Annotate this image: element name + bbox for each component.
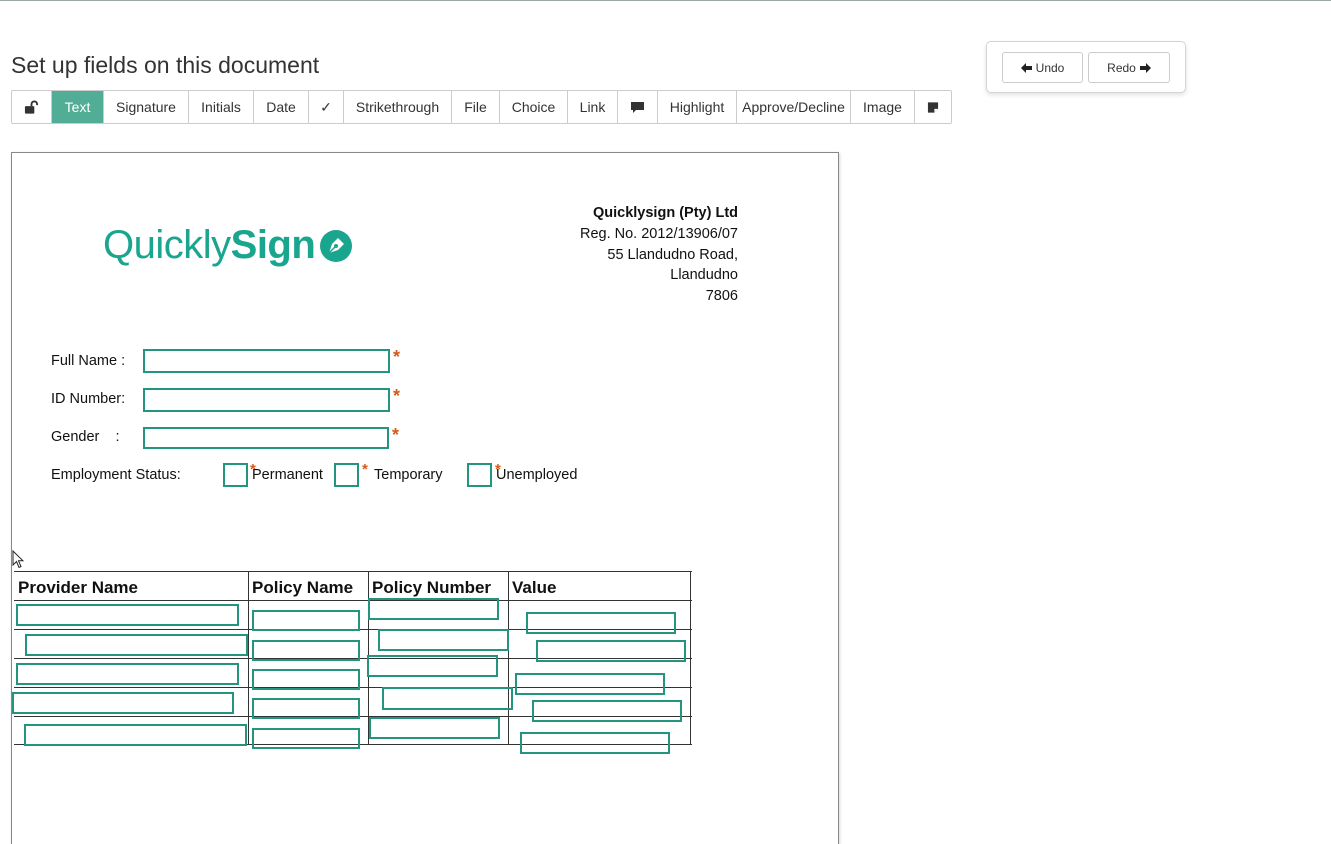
checkbox-unemployed[interactable] (467, 463, 492, 487)
sticky-note-icon (927, 101, 939, 113)
company-postcode: 7806 (705, 288, 738, 305)
policy-name-field[interactable] (252, 610, 360, 631)
company-logo: Quickly Sign (103, 223, 353, 268)
value-field[interactable] (532, 700, 682, 722)
policy-number-field[interactable] (367, 655, 498, 677)
table-header-value: Value (512, 578, 557, 597)
company-name: Quicklysign (Pty) Ltd (592, 205, 738, 221)
tool-checkmark[interactable]: ✓ (309, 91, 344, 123)
value-field[interactable] (520, 732, 670, 754)
value-field[interactable] (515, 673, 665, 695)
value-field[interactable] (536, 640, 686, 662)
option-unemployed: Unemployed (496, 467, 578, 483)
arrow-right-icon (1139, 62, 1151, 73)
top-border (0, 0, 1331, 1)
tool-text[interactable]: Text (52, 91, 104, 123)
full-name-field[interactable] (143, 349, 390, 373)
table-border (14, 571, 692, 572)
company-address-block: Quicklysign (Pty) Ltd Reg. No. 2012/1390… (580, 203, 738, 307)
tool-strikethrough[interactable]: Strikethrough (344, 91, 452, 123)
required-marker: * (393, 386, 401, 406)
table-border (690, 571, 691, 745)
arrow-left-icon (1020, 62, 1032, 73)
provider-name-field[interactable] (24, 724, 247, 746)
option-temporary: Temporary (374, 467, 443, 483)
provider-name-field[interactable] (12, 692, 234, 714)
gender-label: Gender : (51, 429, 120, 445)
required-marker: * (362, 461, 368, 478)
tool-lock[interactable] (12, 91, 52, 123)
policy-number-field[interactable] (369, 717, 500, 739)
table-header-policy-number: Policy Number (372, 578, 492, 597)
id-number-field[interactable] (143, 388, 390, 412)
redo-label: Redo (1107, 60, 1136, 75)
tool-signature[interactable]: Signature (104, 91, 189, 123)
value-field[interactable] (526, 612, 676, 634)
tool-date[interactable]: Date (254, 91, 309, 123)
mouse-cursor-icon (12, 550, 24, 569)
policy-number-field[interactable] (368, 598, 499, 620)
table-border (248, 571, 249, 745)
policy-name-field[interactable] (252, 640, 360, 661)
tool-choice[interactable]: Choice (500, 91, 568, 123)
policy-name-field[interactable] (252, 669, 360, 690)
gender-field[interactable] (143, 427, 389, 449)
tool-comment[interactable] (618, 91, 658, 123)
tool-sticky-note[interactable] (915, 91, 951, 123)
tool-approve-decline[interactable]: Approve/Decline (737, 91, 851, 123)
pen-nib-icon (320, 229, 353, 262)
checkbox-permanent[interactable] (223, 463, 248, 487)
provider-name-field[interactable] (25, 634, 248, 656)
undo-label: Undo (1035, 60, 1065, 75)
table-border (14, 600, 692, 601)
checkbox-temporary[interactable] (334, 463, 359, 487)
undo-button[interactable]: Undo (1002, 52, 1083, 83)
page-title: Set up fields on this document (11, 52, 320, 78)
company-address-line2: Llandudno (670, 267, 738, 284)
field-toolbar: Text Signature Initials Date ✓ Strikethr… (11, 90, 952, 124)
tool-highlight[interactable]: Highlight (658, 91, 737, 123)
required-marker: * (393, 347, 401, 367)
logo-text-light: Quickly (103, 223, 231, 267)
policy-number-field[interactable] (378, 629, 509, 651)
option-permanent: Permanent (252, 467, 323, 483)
policy-name-field[interactable] (252, 728, 360, 749)
full-name-label: Full Name : (51, 353, 126, 369)
tool-image[interactable]: Image (851, 91, 915, 123)
table-border (508, 571, 509, 745)
policy-number-field[interactable] (382, 687, 513, 710)
redo-button[interactable]: Redo (1088, 52, 1170, 83)
logo-text-bold: Sign (230, 223, 316, 267)
employment-status-label: Employment Status: (51, 467, 181, 483)
tool-file[interactable]: File (452, 91, 500, 123)
company-reg: Reg. No. 2012/13906/07 (579, 225, 738, 242)
comment-icon (631, 101, 644, 113)
tool-initials[interactable]: Initials (189, 91, 254, 123)
company-address-line1: 55 Llandudno Road, (607, 246, 738, 263)
history-panel: Undo Redo (986, 41, 1186, 93)
required-marker: * (392, 425, 400, 445)
provider-name-field[interactable] (16, 663, 239, 685)
policy-name-field[interactable] (252, 698, 360, 719)
table-header-policy-name: Policy Name (252, 578, 354, 597)
table-header-provider-name: Provider Name (18, 578, 138, 597)
tool-link[interactable]: Link (568, 91, 618, 123)
document-page[interactable]: Quickly Sign Quicklysign (Pty) Ltd Reg. N… (11, 152, 839, 844)
provider-name-field[interactable] (16, 604, 239, 626)
id-number-label: ID Number: (51, 391, 126, 407)
unlock-icon (24, 100, 39, 114)
